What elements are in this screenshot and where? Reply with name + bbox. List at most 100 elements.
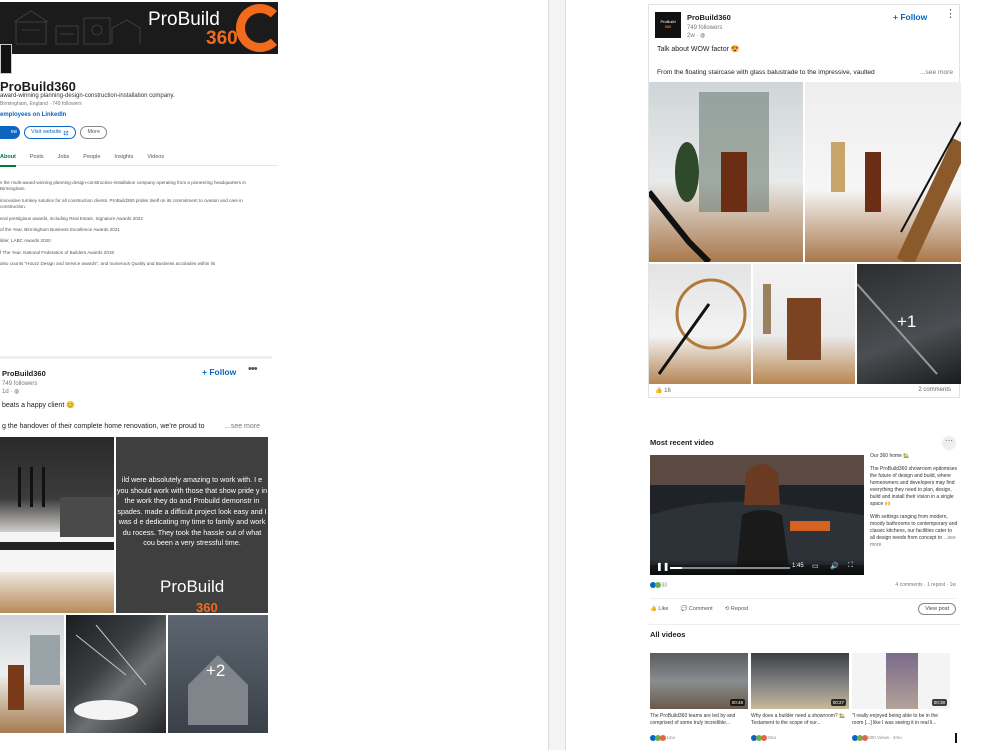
video-caption[interactable]: The ProBuild360 teams are led by and com… (650, 713, 748, 726)
bathroom-photo[interactable] (66, 615, 166, 733)
kitchen-illustration (0, 467, 114, 572)
more-photos-count: +1 (897, 312, 917, 331)
tab-posts[interactable]: Posts (30, 154, 44, 160)
post-image-grid[interactable]: +1 (649, 82, 961, 384)
hallway-photo[interactable] (0, 615, 64, 733)
video-player[interactable]: ❚❚ 1:45 ▭ 🔊 ⛶ (650, 455, 864, 575)
follow-company-button[interactable]: ow (0, 126, 20, 139)
visit-website-button[interactable]: Visit website (24, 126, 77, 139)
video-progress-bar[interactable] (670, 567, 790, 569)
post-author-logo[interactable]: ProBuild 360 (655, 12, 681, 38)
all-videos-section: All videos 00:48 The ProBuild360 teams a… (648, 624, 960, 744)
company-logo[interactable] (0, 44, 12, 74)
pause-icon[interactable]: ❚❚ (656, 562, 669, 571)
company-banner: ProBuild 360 (0, 2, 278, 54)
more-photos-count: +2 (206, 661, 226, 680)
globe-icon: ◍ (14, 389, 20, 395)
video-card[interactable]: 00:48 The ProBuild360 teams are led by a… (650, 653, 748, 743)
post-author[interactable]: ProBuild360 (687, 13, 731, 22)
about-paragraph: innovative turnkey solution for all cons… (0, 197, 243, 210)
video-caption[interactable]: Why does a builder need a showroom? 🏡 Te… (751, 713, 849, 726)
about-paragraph: ilder, LABC Awards 2020 (0, 238, 51, 244)
post-time: 2w · ◍ (687, 33, 706, 39)
entrance-hall-photo[interactable] (649, 82, 803, 262)
post-more-icon[interactable]: ⋮ (945, 7, 956, 20)
video-duration: 00:38 (931, 699, 947, 706)
feed-post-wow-factor: ProBuild 360 ProBuild360 749 followers 2w… (648, 4, 961, 399)
post-author[interactable]: ProBuild360 (2, 369, 46, 378)
video-thumbnail[interactable]: 00:48 (650, 653, 748, 709)
comments-count[interactable]: 2 comments (918, 387, 951, 393)
video-desc-paragraph: With settings ranging from modern, moody… (870, 514, 958, 548)
post-engagement-bar: 👍 16 2 comments (655, 387, 953, 399)
video-meta: 1mo (650, 735, 675, 741)
repost-icon: ⟲ (724, 605, 730, 612)
video-thumbnail[interactable]: 00:38 (852, 653, 950, 709)
video-description: Our 360 home 🏡 The ProBuild360 showroom … (870, 453, 958, 555)
video-thumbnail[interactable]: 00:27 (751, 653, 849, 709)
repost-button[interactable]: ⟲ Repost (725, 606, 749, 612)
see-more-link[interactable]: ...see more (920, 69, 953, 76)
post-followers: 749 followers (2, 381, 38, 387)
door-photo[interactable] (753, 264, 855, 384)
video-action-bar: 👍 Like 💬 Comment ⟲ Repost View post (650, 598, 956, 615)
mirror-photo[interactable] (649, 264, 751, 384)
testimonial-tile[interactable]: ild were absolutely amazing to work with… (116, 437, 268, 613)
about-paragraph: f The Year, National Federation of Build… (0, 249, 114, 255)
video-comments-reposts[interactable]: 4 comments · 1 repost · 1w (895, 582, 956, 588)
video-card[interactable]: 00:38 "I really enjoyed being able to be… (852, 653, 950, 743)
exterior-photo[interactable]: +2 (168, 615, 268, 733)
video-controls: ❚❚ 1:45 ▭ 🔊 ⛶ (650, 559, 864, 575)
like-button[interactable]: 👍 Like (650, 606, 668, 612)
post-author-meta: 749 followers 2w · ◍ (687, 24, 722, 40)
see-more-link[interactable]: ...see more (225, 423, 260, 430)
post-follow-button[interactable]: + Follow (893, 12, 927, 22)
kitchen-photo[interactable] (0, 437, 114, 613)
about-paragraph: also counts "Houzz Design and Service aw… (0, 261, 216, 267)
company-page-right: ProBuild 360 ProBuild360 749 followers 2w… (566, 0, 1000, 750)
post-image-grid[interactable]: ild were absolutely amazing to work with… (0, 437, 268, 733)
fullscreen-icon[interactable]: ⛶ (848, 562, 853, 570)
video-reaction-count[interactable]: 33 (661, 582, 667, 588)
video-caption[interactable]: "I really enjoyed being able to be in th… (852, 713, 950, 726)
dark-stair-photo[interactable]: +1 (857, 264, 961, 384)
most-recent-video-title: Most recent video (650, 438, 714, 447)
tab-jobs[interactable]: Jobs (58, 154, 70, 160)
video-desc-title: Our 360 home 🏡 (870, 453, 910, 459)
most-recent-video-card: Most recent video ··· ❚❚ 1:45 ▭ 🔊 ⛶ Our … (648, 430, 960, 622)
all-videos-title: All videos (650, 630, 686, 639)
volume-icon[interactable]: 🔊 (830, 562, 839, 570)
company-tabs: About Posts Jobs People Insights Videos (0, 148, 278, 167)
like-reaction-icon[interactable]: 👍 (655, 388, 662, 394)
thumbs-up-icon: 👍 (650, 605, 657, 612)
video-stats: 33 4 comments · 1 repost · 1w (650, 582, 956, 588)
post-follow-button[interactable]: + Follow (202, 367, 236, 377)
video-duration: 00:48 (729, 699, 745, 706)
video-more-icon[interactable]: ··· (942, 436, 956, 450)
globe-icon: ◍ (700, 33, 706, 39)
more-button[interactable]: More (80, 126, 107, 139)
reaction-count[interactable]: 16 (664, 388, 671, 394)
comment-button[interactable]: 💬 Comment (680, 606, 712, 612)
video-duration: 00:27 (830, 699, 846, 706)
post-followers: 749 followers (687, 25, 723, 31)
tab-people[interactable]: People (83, 154, 100, 160)
tab-videos[interactable]: Videos (147, 154, 164, 160)
post-text-line2: g the handover of their complete home re… (2, 423, 260, 430)
captions-icon[interactable]: ▭ (812, 562, 819, 570)
staircase-photo[interactable] (805, 82, 961, 262)
about-paragraph: eral prestigious awards, including Real … (0, 215, 143, 221)
video-meta: 2mo (751, 735, 776, 741)
video-time: 1:45 (792, 563, 804, 569)
feed-post-handover: ProBuild360 749 followers 1d · ◍ + Follo… (0, 356, 272, 736)
tab-insights[interactable]: Insights (114, 154, 133, 160)
employees-link[interactable]: employees on LinkedIn (0, 112, 66, 118)
tab-about[interactable]: About (0, 154, 16, 167)
video-card[interactable]: 00:27 Why does a builder need a showroom… (751, 653, 849, 743)
external-link-icon (64, 130, 69, 135)
post-more-icon[interactable]: ••• (248, 363, 258, 375)
page-divider (548, 0, 566, 750)
text-cursor (955, 733, 957, 743)
view-post-button[interactable]: View post (918, 602, 956, 615)
company-page-left: ProBuild 360 ProBuild360 award-winning p… (0, 0, 550, 750)
